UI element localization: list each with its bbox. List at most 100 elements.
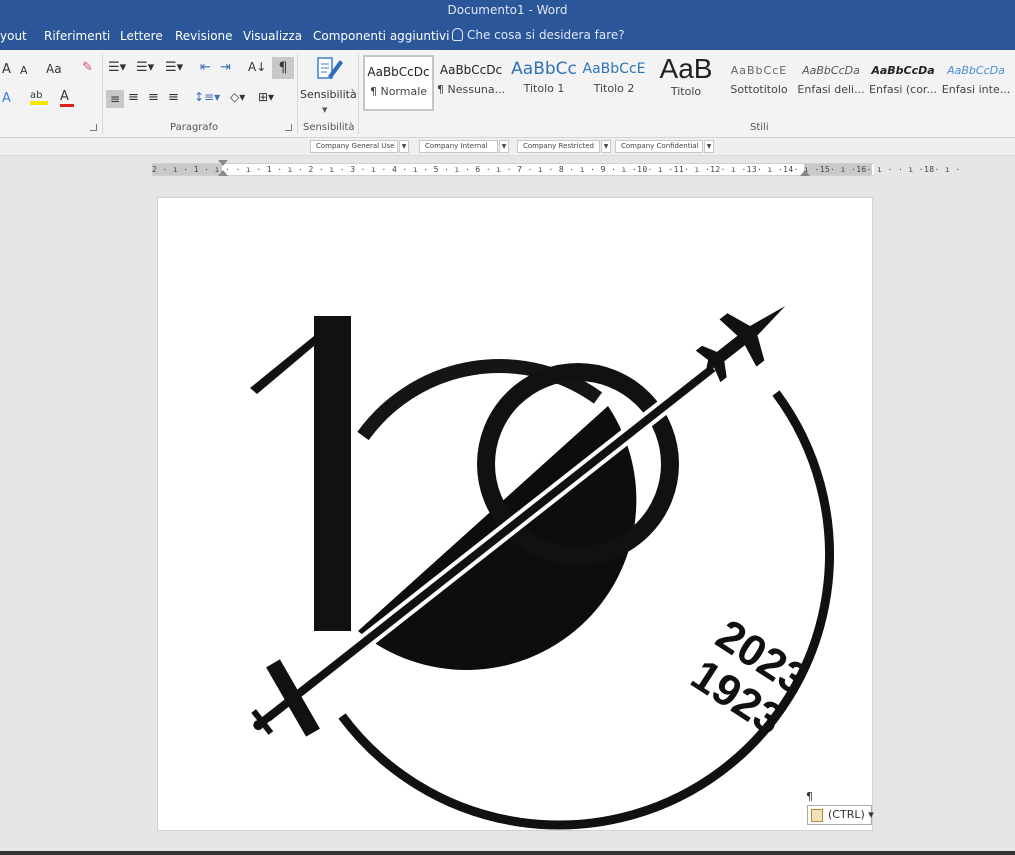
- grow-font-button[interactable]: A: [2, 62, 11, 77]
- sensitivity-label-bar: Company General Use ▼ Company Internal ▼…: [0, 138, 1015, 156]
- ribbon-tabs: yout Riferimenti Lettere Revisione Visua…: [0, 22, 1015, 50]
- chevron-down-icon[interactable]: ▼: [322, 106, 327, 114]
- tab-riferimenti[interactable]: Riferimenti: [44, 29, 110, 43]
- paste-options-button[interactable]: (CTRL) ▾: [807, 805, 874, 825]
- paste-options-label: (CTRL): [828, 808, 865, 821]
- style-normale[interactable]: AaBbCcDc ¶ Normale: [363, 55, 434, 111]
- label-company-confidential[interactable]: Company Confidential: [615, 140, 703, 153]
- style-enfasi-intensa[interactable]: AaBbCcDa Enfasi inte...: [941, 55, 1011, 111]
- style-titolo-2[interactable]: AaBbCcE Titolo 2: [582, 55, 646, 111]
- change-case-button[interactable]: Aa: [46, 62, 62, 76]
- highlight-label: ab: [30, 90, 43, 101]
- text-effects-button[interactable]: A: [2, 91, 11, 106]
- font-color-button[interactable]: A: [60, 89, 74, 107]
- borders-icon[interactable]: ⊞▾: [258, 90, 274, 104]
- sensitivity-group-label: Sensibilità: [303, 122, 355, 133]
- style-sottotitolo[interactable]: AaBbCcE Sottotitolo: [725, 55, 793, 111]
- label-company-general-use[interactable]: Company General Use: [310, 140, 398, 153]
- show-formatting-marks-icon[interactable]: ¶: [272, 57, 294, 79]
- label-company-restricted[interactable]: Company Restricted: [517, 140, 600, 153]
- style-nessuna-spaziatura[interactable]: AaBbCcDc ¶ Nessuna...: [437, 55, 505, 111]
- title-bar: Documento1 - Word: [0, 0, 1015, 22]
- style-sample: AaBbCcDc: [367, 65, 430, 79]
- sensitivity-button[interactable]: [316, 54, 344, 84]
- lightbulb-icon: [452, 28, 463, 41]
- status-bar: [0, 851, 1015, 855]
- tab-revisione[interactable]: Revisione: [175, 29, 233, 43]
- ribbon: A A Aa ✎ A ab A ☰▾ ☰▾ ☰▾ ⇤ ⇥ A↓ ¶ ≡ ≡ ≡ …: [0, 50, 1015, 138]
- sensitivity-button-label[interactable]: Sensibilità: [300, 88, 357, 101]
- centenary-logo: 2023 1923: [250, 306, 834, 830]
- first-line-indent-marker[interactable]: [218, 160, 228, 166]
- bullets-icon[interactable]: ☰▾: [108, 60, 126, 75]
- group-separator: [102, 54, 103, 134]
- align-left-icon[interactable]: ≡: [106, 90, 124, 108]
- style-name: Titolo 2: [593, 82, 635, 95]
- numbering-icon[interactable]: ☰▾: [136, 60, 154, 75]
- paragraph-mark: ¶: [806, 790, 813, 803]
- label-company-internal[interactable]: Company Internal: [419, 140, 498, 153]
- style-sample: AaBbCcDa: [947, 64, 1005, 77]
- styles-group-label: Stili: [750, 122, 769, 133]
- paragraph-dialog-launcher-icon[interactable]: [285, 124, 292, 131]
- style-enfasi-delicata[interactable]: AaBbCcDa Enfasi deli...: [797, 55, 865, 111]
- clipboard-icon: [811, 809, 823, 822]
- style-name: Titolo 1: [523, 82, 565, 95]
- style-enfasi-corsivo[interactable]: AaBbCcDa Enfasi (cor...: [869, 55, 937, 111]
- chevron-down-icon[interactable]: ▼: [499, 140, 509, 153]
- shading-icon[interactable]: ◇▾: [230, 90, 245, 104]
- hanging-indent-marker[interactable]: [218, 170, 228, 176]
- multilevel-list-icon[interactable]: ☰▾: [165, 60, 183, 75]
- tell-me-placeholder: Che cosa si desidera fare?: [467, 28, 625, 42]
- style-sample: AaBbCcE: [730, 64, 788, 77]
- font-dialog-launcher-icon[interactable]: [90, 124, 97, 131]
- style-titolo-1[interactable]: AaBbCc Titolo 1: [510, 55, 578, 111]
- style-name: Sottotitolo: [730, 83, 788, 96]
- align-center-icon[interactable]: ≡: [128, 90, 139, 105]
- logo-numeral-one-flag: [250, 336, 314, 394]
- tab-layout[interactable]: yout: [0, 29, 27, 43]
- highlight-color-bar: [30, 101, 48, 105]
- document-page[interactable]: 2023 1923: [157, 197, 873, 831]
- font-color-bar: [60, 104, 74, 107]
- horizontal-ruler[interactable]: 2 · ı · 1 · ı · · ı · 1 · ı · 2 · ı · 3 …: [152, 163, 960, 176]
- tell-me-box[interactable]: Che cosa si desidera fare?: [452, 28, 625, 42]
- style-sample: AaBbCcDa: [871, 64, 935, 77]
- align-right-icon[interactable]: ≡: [148, 90, 159, 105]
- font-color-label: A: [60, 89, 69, 104]
- right-indent-marker[interactable]: [800, 170, 810, 176]
- tab-visualizza[interactable]: Visualizza: [243, 29, 302, 43]
- style-sample: AaBbCcDc: [439, 63, 503, 77]
- style-name: ¶ Nessuna...: [437, 83, 506, 96]
- chevron-down-icon[interactable]: ▼: [399, 140, 409, 153]
- decrease-indent-icon[interactable]: ⇤: [200, 60, 211, 75]
- logo-numeral-one: [314, 316, 351, 631]
- style-sample: AaB: [659, 53, 713, 84]
- sort-icon[interactable]: A↓: [248, 60, 266, 74]
- clear-formatting-icon[interactable]: ✎: [82, 60, 96, 76]
- style-name: ¶ Normale: [369, 85, 428, 98]
- chevron-down-icon[interactable]: ▼: [601, 140, 611, 153]
- paragraph-group-label: Paragrafo: [170, 122, 219, 133]
- highlight-button[interactable]: ab: [30, 90, 48, 105]
- ruler-ticks: 2 · ı · 1 · ı · · ı · 1 · ı · 2 · ı · 3 …: [152, 165, 961, 174]
- group-separator: [297, 54, 298, 134]
- shrink-font-button[interactable]: A: [20, 64, 28, 77]
- justify-icon[interactable]: ≡: [168, 90, 179, 105]
- line-spacing-icon[interactable]: ↕≡▾: [194, 90, 220, 104]
- style-titolo[interactable]: AaB Titolo: [652, 53, 720, 111]
- style-name: Titolo: [670, 85, 702, 98]
- increase-indent-icon[interactable]: ⇥: [220, 60, 231, 75]
- style-sample: AaBbCcE: [582, 61, 646, 77]
- tab-componenti-aggiuntivi[interactable]: Componenti aggiuntivi: [313, 29, 449, 43]
- style-sample: AaBbCc: [511, 59, 577, 79]
- style-sample: AaBbCcDa: [802, 64, 860, 77]
- group-separator: [358, 54, 359, 134]
- style-name: Enfasi (cor...: [869, 83, 937, 96]
- chevron-down-icon[interactable]: ▼: [704, 140, 714, 153]
- sensitivity-icon: [317, 57, 343, 79]
- tab-lettere[interactable]: Lettere: [120, 29, 163, 43]
- style-name: Enfasi inte...: [941, 83, 1011, 96]
- style-name: Enfasi deli...: [797, 83, 865, 96]
- window-title: Documento1 - Word: [447, 3, 568, 17]
